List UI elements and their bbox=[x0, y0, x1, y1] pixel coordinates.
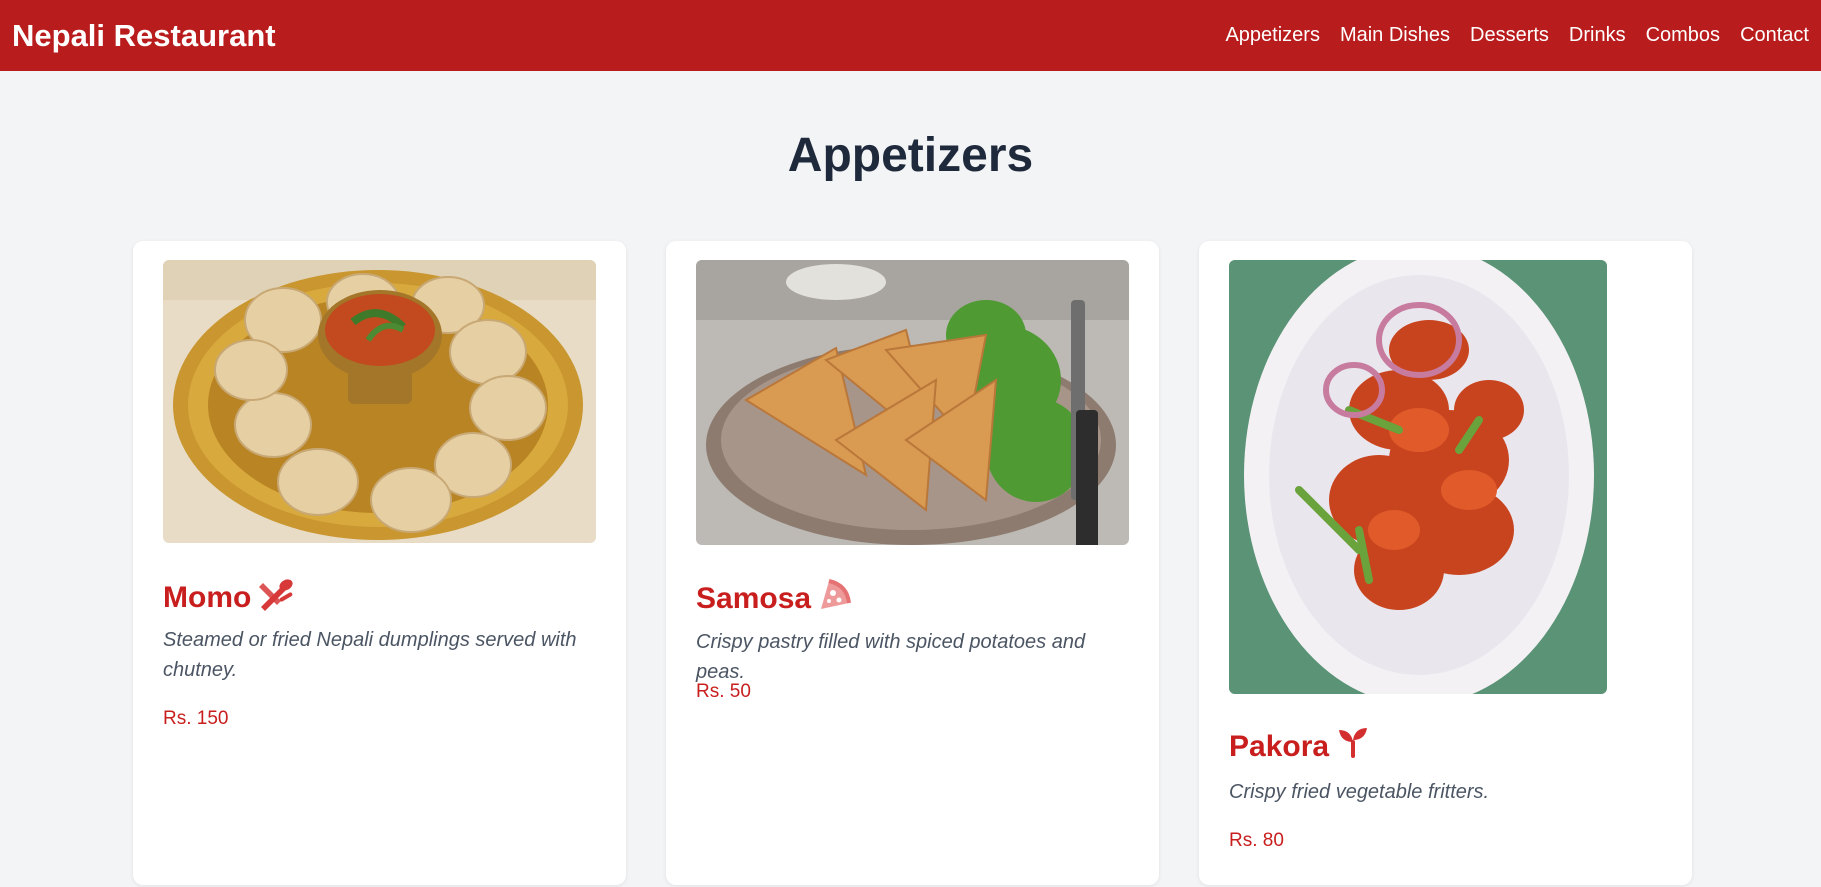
nav-link-main-dishes[interactable]: Main Dishes bbox=[1340, 24, 1450, 47]
dish-price-pakora: Rs. 80 bbox=[1229, 830, 1284, 851]
seedling-icon bbox=[1337, 728, 1369, 766]
dish-price-samosa: Rs. 50 bbox=[696, 681, 751, 702]
menu-card-pakora: Pakora Crispy fried vegetable fritters. … bbox=[1199, 241, 1692, 885]
dish-name-pakora: Pakora bbox=[1229, 728, 1369, 766]
nav-links: Appetizers Main Dishes Desserts Drinks C… bbox=[1225, 24, 1809, 47]
dish-price-momo: Rs. 150 bbox=[163, 708, 229, 729]
menu-card-momo: Momo Steamed or fried Nepali dumplings s… bbox=[133, 241, 626, 885]
pizza-slice-icon bbox=[819, 579, 852, 619]
dish-name-momo: Momo bbox=[163, 577, 295, 619]
section-title: Appetizers bbox=[787, 129, 1034, 182]
dish-title: Momo bbox=[163, 581, 252, 614]
nav-link-appetizers[interactable]: Appetizers bbox=[1225, 24, 1320, 47]
nav-link-contact[interactable]: Contact bbox=[1740, 24, 1809, 47]
utensils-icon bbox=[259, 577, 295, 619]
pakora-image bbox=[1229, 260, 1607, 694]
navbar: Nepali Restaurant Appetizers Main Dishes… bbox=[0, 0, 1821, 71]
momo-image bbox=[163, 260, 596, 543]
menu-card-samosa: Samosa Crispy pastry filled with spiced … bbox=[666, 241, 1159, 885]
nav-link-combos[interactable]: Combos bbox=[1646, 24, 1720, 47]
dish-description-pakora: Crispy fried vegetable fritters. bbox=[1229, 781, 1490, 803]
dish-title: Pakora bbox=[1229, 730, 1330, 763]
samosa-image bbox=[696, 260, 1129, 545]
nav-link-desserts[interactable]: Desserts bbox=[1470, 24, 1549, 47]
nav-link-drinks[interactable]: Drinks bbox=[1569, 24, 1626, 47]
dish-description-momo: Steamed or fried Nepali dumplings served… bbox=[163, 629, 577, 681]
dish-description-samosa: Crispy pastry filled with spiced potatoe… bbox=[696, 631, 1086, 683]
brand-title[interactable]: Nepali Restaurant bbox=[12, 18, 276, 54]
dish-title: Samosa bbox=[696, 582, 812, 615]
dish-name-samosa: Samosa bbox=[696, 579, 852, 619]
